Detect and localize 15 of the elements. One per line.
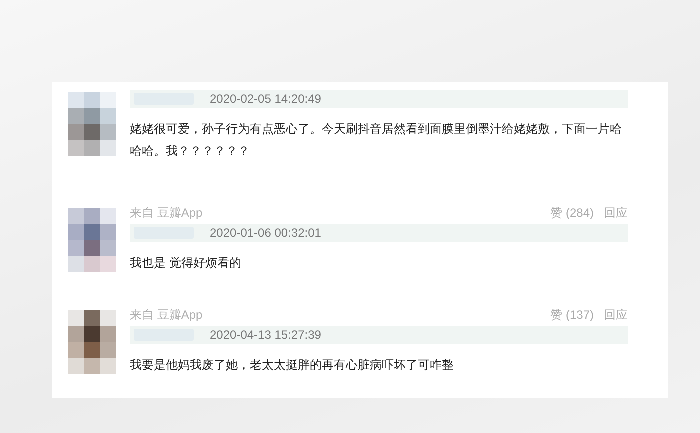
source-label: 来自 豆瓣App	[130, 205, 203, 222]
avatar-placeholder	[68, 310, 116, 374]
comment-text: 我也是 觉得好烦看的	[130, 255, 242, 272]
comment-text: 姥姥很可爱，孙子行为有点恶心了。今天刷抖音居然看到面膜里倒墨汁给姥姥敷，下面一片哈哈哈。我？？？？？？	[130, 121, 623, 160]
comment-time: 2020-02-05 14:20:49	[210, 91, 322, 108]
reply-link[interactable]: 回应	[604, 204, 628, 222]
avatar-placeholder	[68, 208, 116, 272]
comment-time: 2020-01-06 00:32:01	[210, 225, 322, 242]
like-link[interactable]: 赞 (284)	[550, 204, 594, 222]
comment-text: 我要是他妈我废了她，老太太挺胖的再有心脏病吓坏了可咋整	[130, 357, 455, 374]
avatar-placeholder	[68, 92, 116, 156]
like-link[interactable]: 赞 (137)	[550, 306, 594, 324]
comment-time: 2020-04-13 15:27:39	[210, 327, 322, 344]
source-label: 来自 豆瓣App	[130, 307, 203, 324]
reply-link[interactable]: 回应	[604, 306, 628, 324]
